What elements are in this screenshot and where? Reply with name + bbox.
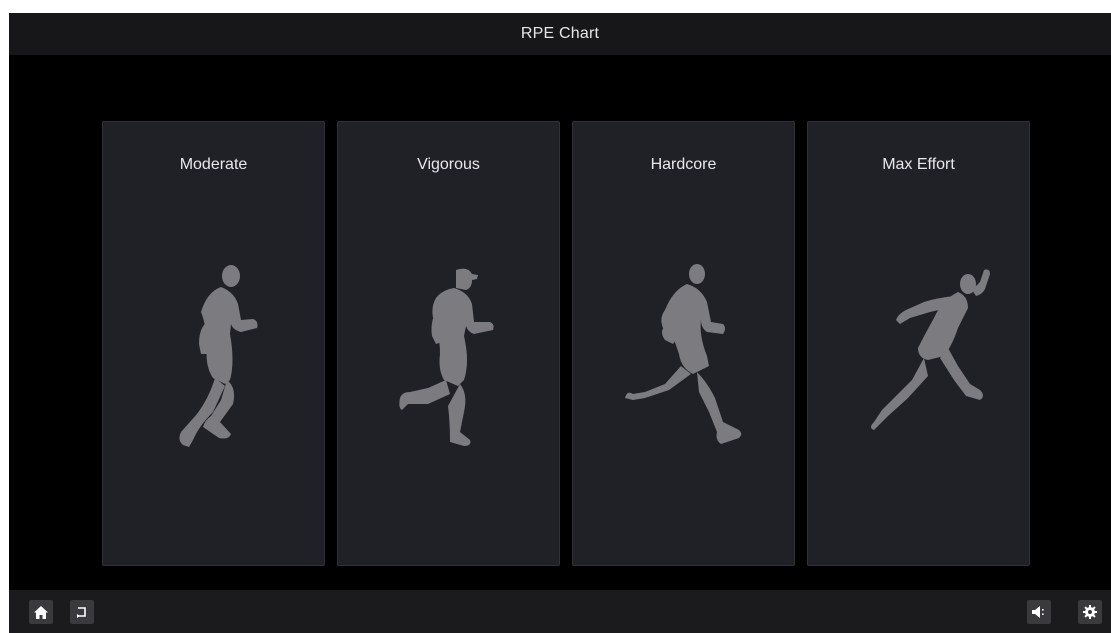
fast-runner-icon	[625, 264, 742, 444]
card-hardcore[interactable]: Hardcore	[572, 121, 795, 566]
rpe-card-row: Moderate Vigorous Hardcore Max Effort	[9, 13, 1111, 633]
running-runner-icon	[399, 268, 494, 446]
card-moderate[interactable]: Moderate	[102, 121, 325, 566]
settings-button[interactable]	[1078, 600, 1102, 624]
card-max-effort[interactable]: Max Effort	[807, 121, 1030, 566]
rpe-chart-screen: RPE Chart Moderate Vigorous Hardcore Max…	[9, 13, 1111, 633]
volume-icon	[1032, 606, 1044, 618]
sprinting-runner-icon	[871, 269, 990, 430]
volume-button[interactable]	[1027, 600, 1051, 624]
home-button[interactable]	[29, 600, 53, 624]
card-vigorous[interactable]: Vigorous	[337, 121, 560, 566]
home-icon	[34, 605, 48, 619]
bottom-bar	[9, 590, 1111, 633]
settings-icon	[1083, 605, 1097, 619]
back-button[interactable]	[70, 600, 94, 624]
back-icon	[77, 607, 86, 618]
jogging-runner-icon	[179, 265, 258, 447]
